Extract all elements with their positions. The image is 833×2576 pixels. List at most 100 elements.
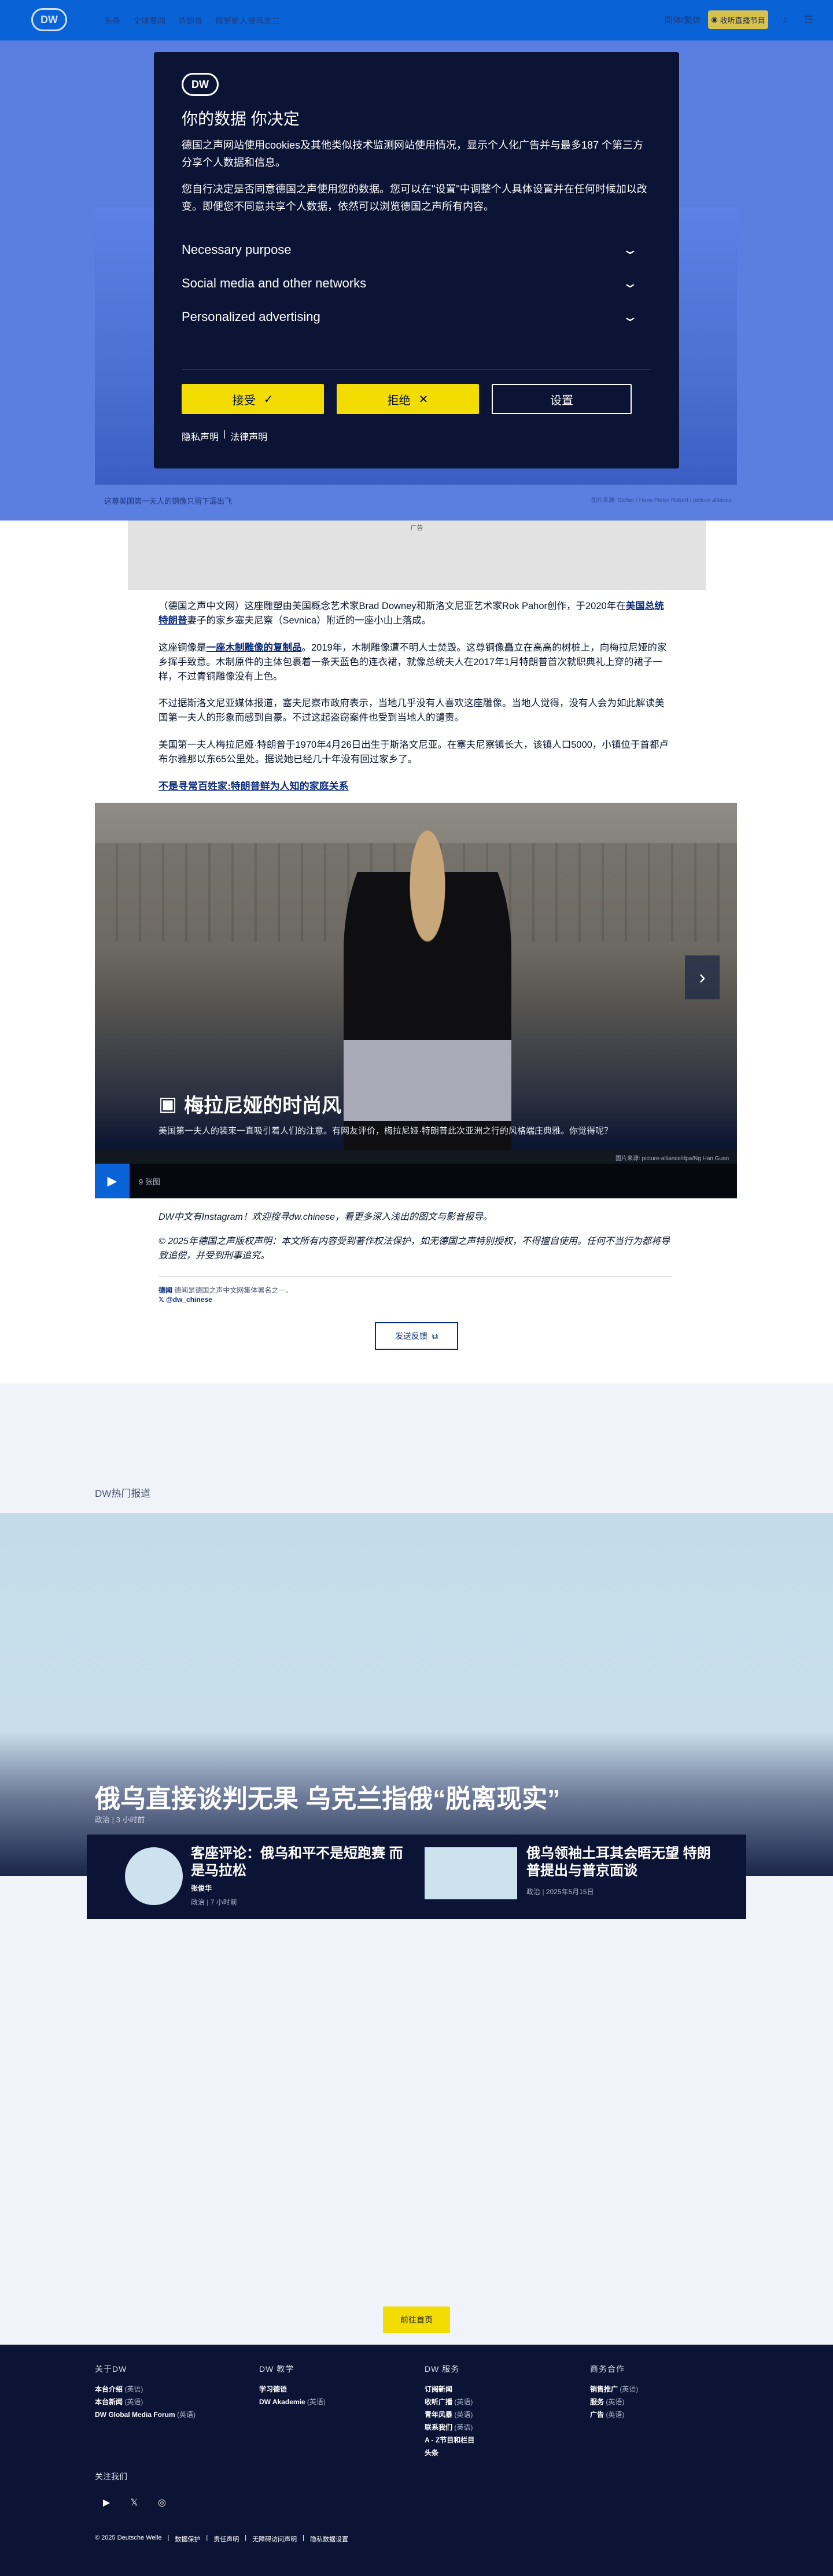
feedback-button[interactable]: 发送反馈 ⧉ — [375, 1322, 458, 1350]
youtube-icon[interactable]: ▶ — [99, 2496, 113, 2510]
hot-section-label: DW热门报道 — [95, 1488, 151, 1499]
link-divider: | — [245, 2534, 247, 2541]
link-tag: (英语) — [454, 2411, 473, 2419]
footer-col-business: 商务合作 销售推广 (英语) 服务 (英语) 广告 (英语) — [590, 2363, 638, 2421]
consent-dialog: DW 你的数据 你决定 德国之声网站使用cookies及其他类似技术监测网站使用… — [154, 52, 679, 468]
hero-caption: 这尊美国第一夫人的铜像只留下漏出飞 — [104, 497, 233, 505]
instagram-note: DW中文有Instagram！欢迎搜寻dw.chinese，看更多深入浅出的图文… — [159, 1212, 492, 1222]
x-handle-line[interactable]: 𝕏 @dw_chinese — [159, 1296, 212, 1304]
x-icon: 𝕏 — [159, 1296, 164, 1304]
privacy-link[interactable]: 隐私声明 — [182, 429, 219, 443]
author-name[interactable]: 德闻 — [159, 1286, 172, 1294]
purpose-advertising[interactable]: Personalized advertising ⌄ — [182, 305, 639, 329]
link-text: 头条 — [425, 2449, 439, 2457]
x-icon[interactable]: 𝕏 — [127, 2496, 141, 2510]
search-icon[interactable]: ⌕ — [779, 13, 793, 27]
reject-label: 拒绝 — [387, 394, 411, 407]
footer-link[interactable]: DW Akademie (英语) — [259, 2396, 326, 2408]
gallery-description: 美国第一夫人的装束一直吸引着人们的注意。有网友评价，梅拉尼娅·特朗普此次亚洲之行… — [159, 1126, 613, 1136]
link-tag: (英语) — [307, 2398, 326, 2406]
hot-main-meta: 政治 | 3 小时前 — [95, 1815, 145, 1824]
footer-link[interactable]: 青年风暴 (英语) — [425, 2408, 474, 2421]
link-tag: (英语) — [454, 2398, 473, 2406]
menu-icon[interactable]: ☰ — [802, 13, 816, 27]
card-image[interactable] — [425, 1847, 517, 1899]
hot-main-title[interactable]: 俄乌直接谈判无果 乌克兰指俄“脱离现实” — [95, 1778, 560, 1815]
live-label: 收听直播节目 — [720, 16, 765, 25]
footer-heading: 商务合作 — [590, 2364, 625, 2374]
privacy-settings-link[interactable]: 隐私数据设置 — [310, 2534, 348, 2544]
settings-button[interactable]: 设置 — [492, 384, 632, 414]
link-divider: | — [206, 2534, 208, 2541]
chevron-down-icon: ⌄ — [621, 276, 639, 290]
card-title[interactable]: 俄乌领袖土耳其会晤无望 特朗普提出与普京面谈 — [526, 1845, 717, 1880]
hero-credit: 图片来源: Stefan / Hans Pieter Robert / pict… — [591, 497, 732, 504]
footer-link[interactable]: DW Global Media Forum (英语) — [95, 2408, 196, 2421]
follow-us-label: 关注我们 — [95, 2472, 127, 2481]
footer-heading: 关于DW — [95, 2364, 127, 2374]
disclaimer-link[interactable]: 责任声明 — [213, 2534, 239, 2544]
accessibility-link[interactable]: 无障碍访问声明 — [252, 2534, 297, 2544]
footer-link[interactable]: 联系我们 (英语) — [425, 2421, 474, 2434]
link-divider: | — [167, 2534, 169, 2541]
feedback-label: 发送反馈 — [395, 1331, 427, 1341]
footer-link[interactable]: 收听广播 (英语) — [425, 2396, 474, 2408]
dw-logo: DW — [182, 73, 219, 96]
dw-logo[interactable]: DW — [31, 8, 67, 31]
chevron-right-icon[interactable]: › — [685, 955, 720, 999]
footer-link[interactable]: 销售推广 (英语) — [590, 2383, 638, 2396]
legal-link[interactable]: 法律声明 — [230, 429, 267, 443]
ad-slot[interactable]: 广告 — [128, 521, 706, 590]
footer-link[interactable]: 订阅新闻 — [425, 2383, 474, 2396]
footer-link[interactable]: 学习德语 — [259, 2383, 326, 2396]
ad-label: 广告 — [410, 525, 423, 532]
paragraph-text: 这座铜像是 — [159, 643, 207, 653]
footer-link[interactable]: 服务 (英语) — [590, 2396, 638, 2408]
footer-col-learn: DW 教学 学习德语 DW Akademie (英语) — [259, 2363, 326, 2408]
card-title[interactable]: 客座评论：俄乌和平不是短跑赛 而是马拉松 — [191, 1845, 411, 1880]
link-text: 服务 — [590, 2398, 605, 2406]
footer-link[interactable]: 广告 (英语) — [590, 2408, 638, 2421]
related-article-link[interactable]: 不是寻常百姓家:特朗普鲜为人知的家庭关系 — [159, 778, 349, 792]
footer-link[interactable]: 本台新闻 (英语) — [95, 2396, 196, 2408]
gallery-image-figure — [344, 820, 511, 1150]
link-text: 订阅新闻 — [425, 2385, 453, 2393]
purpose-label: Personalized advertising — [182, 309, 320, 324]
link-tag: (英语) — [124, 2398, 143, 2406]
instagram-icon[interactable]: ◎ — [155, 2496, 169, 2510]
paragraph-text: （德国之声中文网）这座雕塑由美国概念艺术家Brad Downey和斯洛文尼亚艺术… — [159, 601, 626, 611]
purpose-social[interactable]: Social media and other networks ⌄ — [182, 272, 639, 295]
live-button[interactable]: ◉ 收听直播节目 — [708, 10, 768, 29]
paragraph-text: 妻子的家乡塞夫尼察（Sevnica）附近的一座小山上落成。 — [187, 615, 432, 626]
footer-link[interactable]: 头条 — [425, 2446, 474, 2459]
reject-button[interactable]: 拒绝 ✕ — [337, 384, 479, 414]
play-icon[interactable]: ▶ — [95, 1164, 130, 1198]
link-text: 联系我们 — [425, 2423, 453, 2431]
nav-item-top[interactable]: 头条 — [104, 15, 120, 27]
nav-item-world[interactable]: 全球要闻 — [133, 15, 165, 27]
card-author: 张俊华 — [191, 1884, 212, 1892]
footer-col-services: DW 服务 订阅新闻 收听广播 (英语) 青年风暴 (英语) 联系我们 (英语)… — [425, 2363, 474, 2459]
accept-button[interactable]: 接受 ✓ — [182, 384, 324, 414]
footer-link[interactable]: A - Z节目和栏目 — [425, 2434, 474, 2446]
back-home-button[interactable]: 前往首页 — [383, 2306, 450, 2333]
language-switch[interactable]: 简体/繁体 — [664, 14, 701, 26]
purpose-necessary[interactable]: Necessary purpose ⌄ — [182, 238, 639, 261]
link-text: DW Akademie — [259, 2398, 305, 2406]
headphones-icon: ◉ — [711, 15, 718, 24]
nav-item-ukraine[interactable]: 俄罗斯入侵乌克兰 — [215, 15, 280, 27]
gallery-credit: 图片来源: picture-alliance/dpa/Ng Han Guan — [615, 1156, 729, 1162]
accept-label: 接受 — [232, 394, 256, 407]
nav-item-trump[interactable]: 特朗普 — [178, 15, 202, 27]
footer-link[interactable]: 本台介绍 (英语) — [95, 2383, 196, 2396]
photo-gallery[interactable]: › ▣ 梅拉尼娅的时尚风 美国第一夫人的装束一直吸引着人们的注意。有网友评价，梅… — [95, 803, 737, 1198]
link-text: 青年风暴 — [425, 2411, 453, 2419]
wooden-statue-link[interactable]: 一座木制雕像的复制品 — [207, 643, 302, 653]
consent-title: 你的数据 你决定 — [182, 110, 300, 128]
check-icon: ✓ — [263, 393, 274, 406]
privacy-link[interactable]: 数据保护 — [175, 2534, 200, 2544]
footer-heading: DW 服务 — [425, 2364, 460, 2374]
chevron-down-icon: ⌄ — [621, 309, 639, 324]
purpose-label: Necessary purpose — [182, 242, 292, 257]
consent-text-1: 德国之声网站使用cookies及其他类似技术监测网站使用情况，显示个人化广告并与… — [182, 139, 644, 168]
